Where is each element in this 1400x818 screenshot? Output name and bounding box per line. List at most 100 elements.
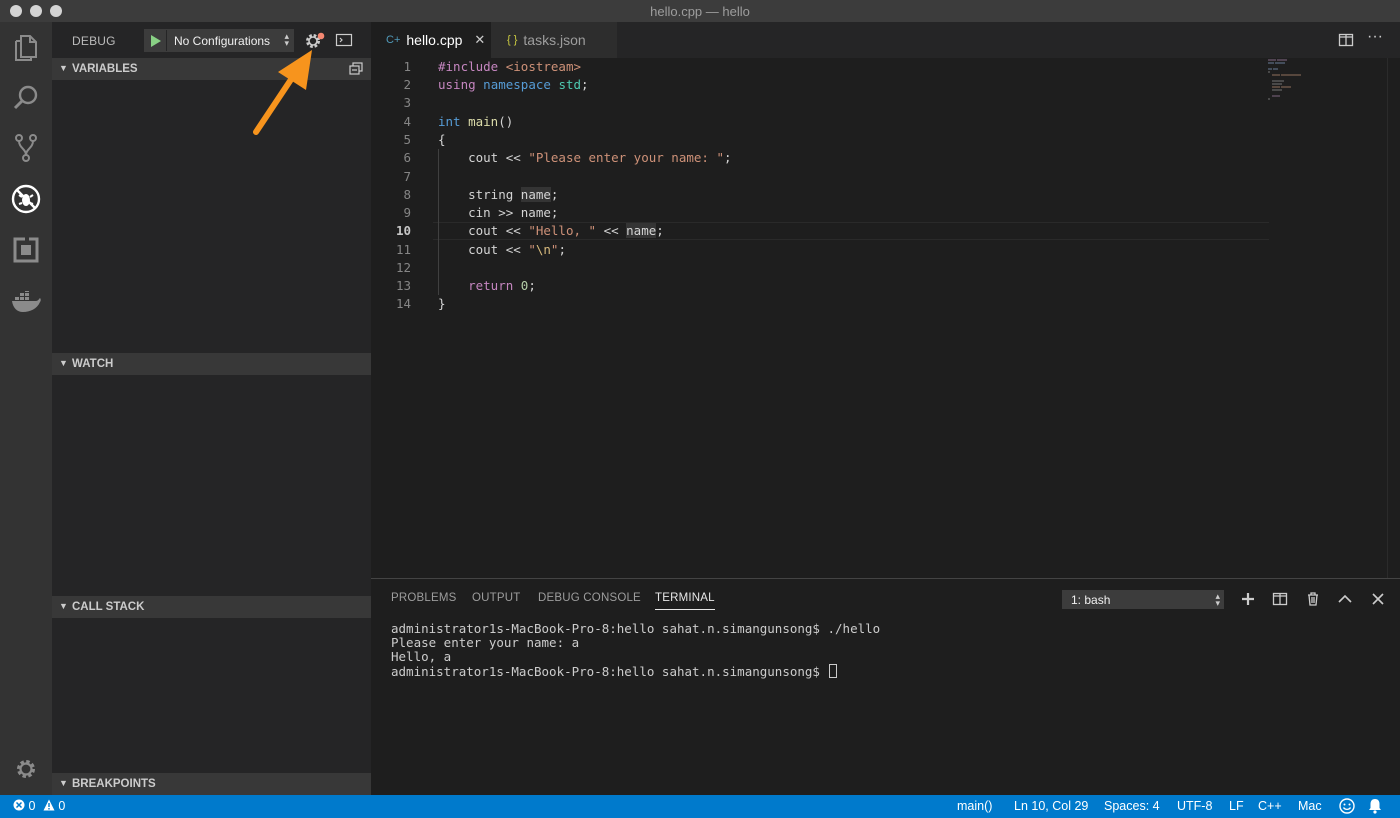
debug-sidebar: DEBUG No Configurations ▴▾ ▼ VARIABLES ▼… (52, 22, 371, 795)
error-icon (13, 799, 25, 811)
chevron-down-icon: ▼ (59, 358, 68, 368)
docker-button[interactable] (0, 277, 52, 327)
smiley-feedback-icon[interactable] (1339, 798, 1355, 814)
line-number: 14 (371, 295, 431, 313)
terminal-line: Hello, a (391, 650, 451, 664)
platform[interactable]: Mac (1298, 799, 1322, 813)
variables-title: VARIABLES (72, 63, 138, 75)
indentation[interactable]: Spaces: 4 (1104, 799, 1160, 813)
files-icon (13, 34, 39, 62)
problems-status[interactable]: 0 0 (13, 799, 65, 813)
title-bar: hello.cpp — hello (0, 0, 1400, 22)
error-count: 0 (28, 799, 35, 813)
source-control-button[interactable] (0, 123, 52, 173)
gear-icon (14, 757, 38, 781)
debug-view-button[interactable] (0, 174, 52, 224)
chevron-down-icon: ▼ (59, 778, 68, 788)
code-line: using namespace std; (438, 76, 589, 94)
chevron-up-icon[interactable] (1337, 591, 1353, 607)
close-icon[interactable] (1370, 591, 1386, 607)
minimap[interactable] (1266, 58, 1386, 578)
annotation-arrow-icon (250, 44, 328, 136)
tab-terminal[interactable]: TERMINAL (655, 592, 715, 610)
code-line: #include <iostream> (438, 58, 581, 76)
end-of-line[interactable]: LF (1229, 799, 1244, 813)
terminal-cursor (829, 664, 837, 678)
start-debugging-button[interactable] (145, 30, 167, 51)
call-stack-section-header[interactable]: ▼ CALL STACK (52, 596, 371, 618)
line-number-current: 10 (371, 222, 431, 240)
code-line-current: cout << "Hello, " << name; (438, 222, 664, 240)
watch-section-header[interactable]: ▼ WATCH (52, 353, 371, 375)
activity-bar (0, 22, 52, 795)
debug-console-button[interactable] (335, 32, 353, 48)
debug-icon (11, 184, 41, 214)
status-bar: 0 0 main() Ln 10, Col 29 Spaces: 4 UTF-8… (0, 795, 1400, 818)
bell-icon[interactable] (1368, 798, 1382, 814)
tab-problems[interactable]: PROBLEMS (391, 592, 457, 604)
file-encoding[interactable]: UTF-8 (1177, 799, 1212, 813)
cpp-file-icon: C+ (386, 34, 400, 46)
tab-tasks-json[interactable]: { } tasks.json (491, 22, 617, 58)
code-line: int main() (438, 113, 513, 131)
close-icon[interactable]: ✕ (474, 32, 485, 48)
tab-hello-cpp[interactable]: C+ hello.cpp ✕ (371, 22, 491, 58)
line-number: 6 (371, 149, 431, 167)
line-number: 13 (371, 277, 431, 295)
line-number: 5 (371, 131, 431, 149)
collapse-all-icon[interactable] (349, 62, 363, 76)
chevron-down-icon: ▼ (59, 601, 68, 611)
terminal-line: administrator1s-MacBook-Pro-8:hello saha… (391, 622, 880, 636)
breakpoints-title: BREAKPOINTS (72, 778, 156, 790)
split-editor-icon[interactable] (1338, 32, 1354, 48)
code-editor[interactable]: 1 2 3 4 5 6 7 8 9 10 11 12 13 14 #includ… (371, 58, 1400, 578)
manage-button[interactable] (0, 744, 52, 794)
chevron-down-icon: ▼ (59, 63, 68, 73)
debug-view-title: DEBUG (72, 34, 116, 48)
editor-scrollbar[interactable] (1387, 58, 1400, 578)
warning-icon (43, 799, 55, 811)
code-line: { (438, 131, 446, 149)
trash-icon[interactable] (1305, 591, 1321, 607)
line-number: 4 (371, 113, 431, 131)
search-view-button[interactable] (0, 73, 52, 123)
docker-icon (11, 291, 41, 313)
new-terminal-icon[interactable] (1240, 591, 1256, 607)
language-mode[interactable]: C++ (1258, 799, 1282, 813)
current-function[interactable]: main() (957, 799, 992, 813)
breakpoints-section-header[interactable]: ▼ BREAKPOINTS (52, 773, 371, 795)
cursor-position[interactable]: Ln 10, Col 29 (1014, 799, 1088, 813)
extensions-icon (13, 237, 39, 263)
bottom-panel: PROBLEMS OUTPUT DEBUG CONSOLE TERMINAL 1… (371, 578, 1400, 795)
line-number: 1 (371, 58, 431, 76)
call-stack-title: CALL STACK (72, 601, 144, 613)
more-actions-icon[interactable]: ··· (1367, 28, 1383, 44)
extensions-button[interactable] (0, 225, 52, 275)
line-number: 11 (371, 241, 431, 259)
window-title: hello.cpp — hello (0, 4, 1400, 19)
code-line: cout << "Please enter your name: "; (438, 149, 732, 167)
tab-output[interactable]: OUTPUT (472, 592, 520, 604)
terminal-icon (335, 32, 353, 48)
line-number: 2 (371, 76, 431, 94)
terminal-instance-select[interactable]: 1: bash ▴▾ (1062, 590, 1224, 609)
source-control-icon (13, 133, 39, 163)
code-line: cout << "\n"; (438, 241, 566, 259)
select-arrows-icon: ▴▾ (1215, 593, 1220, 607)
code-line: string name; (438, 186, 558, 204)
play-icon (151, 35, 161, 47)
json-file-icon: { } (507, 34, 517, 46)
split-terminal-icon[interactable] (1272, 591, 1288, 607)
code-line: return 0; (438, 277, 536, 295)
tab-debug-console[interactable]: DEBUG CONSOLE (538, 592, 641, 604)
watch-title: WATCH (72, 358, 113, 370)
line-number: 9 (371, 204, 431, 222)
editor-tabs: C+ hello.cpp ✕ { } tasks.json ··· (371, 22, 1400, 58)
explorer-button[interactable] (0, 23, 52, 73)
terminal-select-value: 1: bash (1071, 593, 1110, 607)
tab-label: tasks.json (523, 32, 585, 48)
search-icon (12, 84, 40, 112)
terminal-prompt-line[interactable]: administrator1s-MacBook-Pro-8:hello saha… (391, 664, 837, 678)
terminal-line: Please enter your name: a (391, 636, 579, 650)
line-number: 12 (371, 259, 431, 277)
